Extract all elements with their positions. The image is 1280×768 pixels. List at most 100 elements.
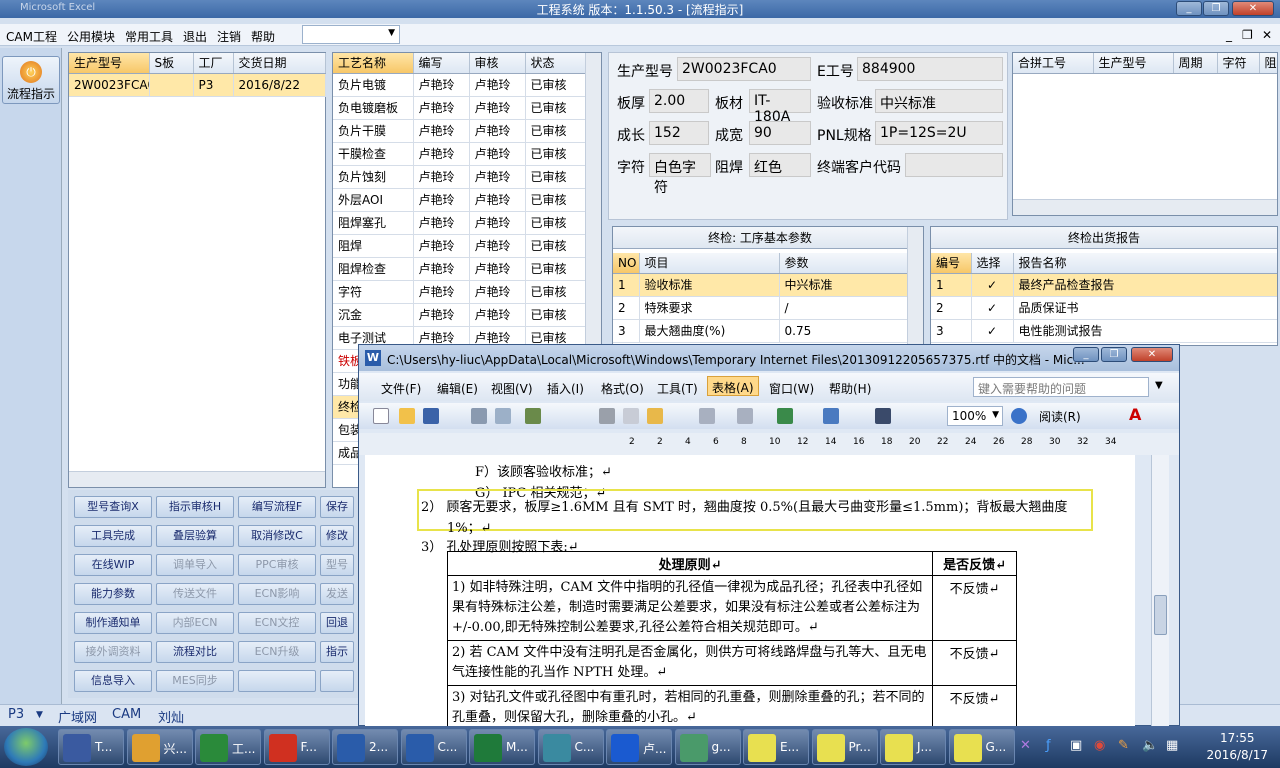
action-button[interactable]: ECN文控 xyxy=(238,612,316,634)
word-help-search[interactable]: 键入需要帮助的问题 xyxy=(973,377,1149,397)
taskbar-item[interactable]: 兴... xyxy=(126,729,193,765)
word-vscroll[interactable] xyxy=(1151,455,1169,727)
taskbar-item[interactable]: E... xyxy=(743,729,809,765)
action-button[interactable]: 调单导入 xyxy=(156,554,234,576)
word-menu-help[interactable]: 帮助(H) xyxy=(829,380,871,397)
table-row[interactable]: 负片干膜 卢艳玲 卢艳玲 已审核 xyxy=(333,119,586,143)
menu-common-module[interactable]: 公用模块 xyxy=(61,24,119,45)
action-button[interactable]: 保存 xyxy=(320,496,354,518)
taskbar-item[interactable]: 2... xyxy=(332,729,398,765)
zoom-select[interactable]: 100% ▼ xyxy=(947,406,1003,426)
taskbar-item[interactable]: Pr... xyxy=(811,729,878,765)
col-report-name[interactable]: 报告名称 xyxy=(1013,253,1277,274)
action-button[interactable]: 发送 xyxy=(320,583,354,605)
char-field[interactable]: 白色字符 xyxy=(649,153,711,196)
menu-logout[interactable]: 注销 xyxy=(211,24,245,45)
copy-icon[interactable] xyxy=(623,408,639,424)
menu-tools[interactable]: 常用工具 xyxy=(119,24,177,45)
merge-hscroll[interactable] xyxy=(1013,199,1277,215)
action-button[interactable]: ECN升级 xyxy=(238,641,316,663)
col-s-board[interactable]: S板 xyxy=(149,53,194,74)
table-row[interactable]: 2 ✓ 品质保证书 xyxy=(931,296,1277,320)
word-close-button[interactable]: ✕ xyxy=(1131,347,1173,362)
read-mode-button[interactable]: 阅读(R) xyxy=(1039,408,1081,425)
col-merge-model[interactable]: 生产型号 xyxy=(1093,53,1174,74)
maximize-button[interactable]: ❐ xyxy=(1203,1,1229,16)
taskbar-item[interactable]: F... xyxy=(263,729,330,765)
thickness-field[interactable]: 2.00 xyxy=(649,89,709,113)
tray-x-icon[interactable]: ✕ xyxy=(1020,738,1031,753)
customer-code-field[interactable] xyxy=(905,153,1003,177)
col-model[interactable]: 生产型号 xyxy=(69,53,150,74)
menu-cam[interactable]: CAM工程 xyxy=(0,24,61,45)
table-row[interactable]: 1 ✓ 最终产品检查报告 xyxy=(931,273,1277,297)
eno-field[interactable]: 884900 xyxy=(857,57,1003,81)
menu-help[interactable]: 帮助 xyxy=(245,24,279,45)
minimize-button[interactable]: _ xyxy=(1176,1,1202,16)
standard-field[interactable]: 中兴标准 xyxy=(875,89,1003,113)
mdi-restore-icon[interactable]: ❐ xyxy=(1242,28,1253,42)
action-button[interactable]: 制作通知单 xyxy=(74,612,152,634)
close-button[interactable]: ✕ xyxy=(1232,1,1274,16)
checkbox-cell[interactable]: ✓ xyxy=(971,296,1014,320)
action-button[interactable]: 工具完成 xyxy=(74,525,152,547)
print-icon[interactable] xyxy=(471,408,487,424)
taskbar-item[interactable]: 卢... xyxy=(606,729,672,765)
font-color-icon[interactable]: A xyxy=(1129,405,1141,424)
table-row[interactable]: 沉金 卢艳玲 卢艳玲 已审核 xyxy=(333,303,586,327)
flow-indicator-button[interactable]: ⏻ 流程指示 xyxy=(2,56,60,104)
scroll-thumb[interactable] xyxy=(1154,595,1167,635)
taskbar-item[interactable]: C... xyxy=(537,729,604,765)
taskbar-item[interactable]: J... xyxy=(880,729,946,765)
tray-pen-icon[interactable]: ✎ xyxy=(1118,738,1129,753)
action-button[interactable]: 能力参数 xyxy=(74,583,152,605)
word-menu-tools[interactable]: 工具(T) xyxy=(657,380,698,397)
action-button[interactable]: 流程对比 xyxy=(156,641,234,663)
action-button[interactable]: 型号 xyxy=(320,554,354,576)
col-factory[interactable]: 工厂 xyxy=(193,53,234,74)
print-preview-icon[interactable] xyxy=(495,408,511,424)
col-report-no[interactable]: 编号 xyxy=(931,253,972,274)
table-row[interactable]: 1 验收标准 中兴标准 xyxy=(613,273,908,297)
tray-f-icon[interactable]: ƒ xyxy=(1046,738,1051,753)
table-row[interactable]: 阻焊检查 卢艳玲 卢艳玲 已审核 xyxy=(333,257,586,281)
spelling-icon[interactable] xyxy=(525,408,541,424)
checkbox-cell[interactable]: ✓ xyxy=(971,319,1014,343)
volume-icon[interactable]: 🔈 xyxy=(1142,738,1158,753)
pnl-field[interactable]: 1P=12S=2U xyxy=(875,121,1003,145)
action-button[interactable]: 指示审核H xyxy=(156,496,234,518)
material-field[interactable]: IT-180A xyxy=(749,89,811,125)
action-button[interactable]: 取消修改C xyxy=(238,525,316,547)
col-merge-no[interactable]: 合拼工号 xyxy=(1013,53,1094,74)
checkbox-cell[interactable]: ✓ xyxy=(971,273,1014,297)
word-menu-view[interactable]: 视图(V) xyxy=(491,380,533,397)
table-row[interactable]: 干膜检查 卢艳玲 卢艳玲 已审核 xyxy=(333,142,586,166)
new-doc-icon[interactable] xyxy=(373,408,389,424)
table-row[interactable]: 阻焊塞孔 卢艳玲 卢艳玲 已审核 xyxy=(333,211,586,235)
open-folder-icon[interactable] xyxy=(399,408,415,424)
columns-icon[interactable] xyxy=(875,408,891,424)
col-merge-cycle[interactable]: 周期 xyxy=(1173,53,1218,74)
table-row[interactable]: 负电镀磨板 卢艳玲 卢艳玲 已审核 xyxy=(333,96,586,120)
action-button[interactable]: 编写流程F xyxy=(238,496,316,518)
action-button[interactable]: 传送文件 xyxy=(156,583,234,605)
start-button[interactable] xyxy=(4,728,48,766)
taskbar-item[interactable]: C... xyxy=(400,729,467,765)
mdi-close-icon[interactable]: ✕ xyxy=(1262,28,1272,42)
length-field[interactable]: 152 xyxy=(649,121,709,145)
undo-icon[interactable] xyxy=(699,408,715,424)
action-button[interactable]: PPC审核 xyxy=(238,554,316,576)
action-button[interactable] xyxy=(238,670,316,692)
table-row[interactable]: 字符 卢艳玲 卢艳玲 已审核 xyxy=(333,280,586,304)
action-button[interactable]: 修改 xyxy=(320,525,354,547)
action-button[interactable]: 回退 xyxy=(320,612,354,634)
col-merge-mask[interactable]: 阻 xyxy=(1259,53,1277,74)
save-icon[interactable] xyxy=(423,408,439,424)
document-page[interactable]: F）该顾客验收标准；↵ G） IPC 相关规范；↵ 2） 顾客无要求，板厚≥1.… xyxy=(365,455,1135,727)
word-menu-insert[interactable]: 插入(I) xyxy=(547,380,584,397)
action-button[interactable]: ECN影响 xyxy=(238,583,316,605)
table-row[interactable]: 负片电镀 卢艳玲 卢艳玲 已审核 xyxy=(333,73,586,97)
col-item[interactable]: 项目 xyxy=(639,253,780,274)
cut-icon[interactable] xyxy=(599,408,615,424)
col-param[interactable]: 参数 xyxy=(779,253,908,274)
